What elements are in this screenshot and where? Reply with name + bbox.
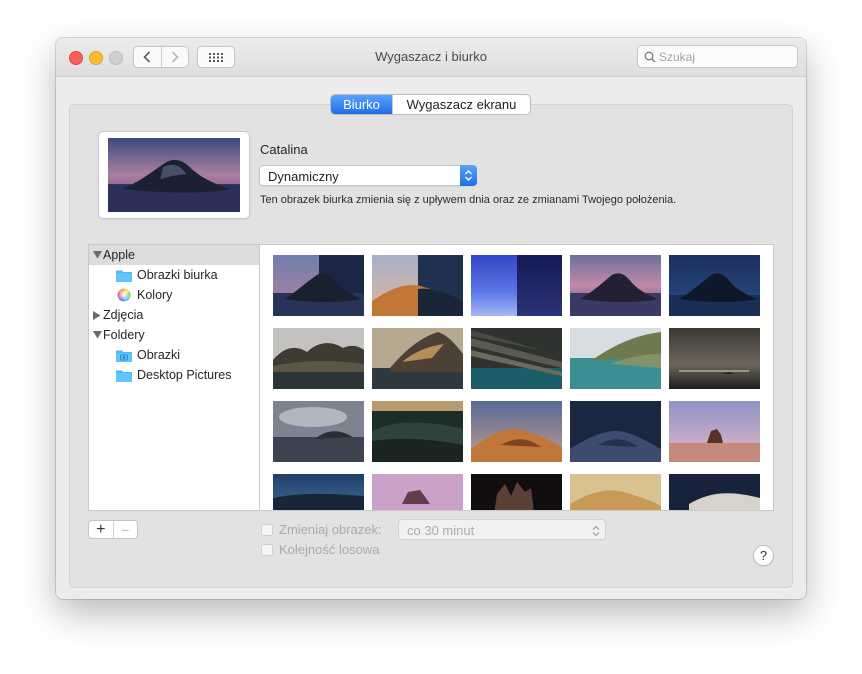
sidebar-item-desktop-pictures-folder[interactable]: Desktop Pictures: [89, 365, 286, 385]
tab-control: Biurko Wygaszacz ekranu: [330, 94, 531, 115]
change-picture-label: Zmieniaj obrazek:: [279, 522, 382, 537]
preferences-window: Wygaszacz i biurko Biurko Wygaszacz ekra…: [56, 38, 806, 599]
add-folder-button[interactable]: +: [89, 521, 113, 538]
wallpaper-description: Ten obrazek biurka zmienia się z upływem…: [260, 194, 677, 206]
wallpaper-thumbnail[interactable]: [471, 474, 562, 510]
sidebar-item-label: Obrazki: [137, 348, 181, 362]
wallpaper-thumbnail[interactable]: [372, 474, 463, 510]
sidebar-group-photos[interactable]: Zdjęcia: [89, 305, 259, 325]
disclosure-right-icon[interactable]: [91, 310, 103, 320]
disclosure-down-icon[interactable]: [91, 251, 103, 259]
wallpaper-thumbnail[interactable]: [570, 401, 661, 462]
tab-screensaver[interactable]: Wygaszacz ekranu: [392, 95, 530, 114]
wallpaper-thumbnail[interactable]: [471, 401, 562, 462]
wallpaper-mode-select[interactable]: Dynamiczny: [259, 165, 477, 186]
sidebar-group-folders[interactable]: Foldery: [89, 325, 259, 345]
search-field[interactable]: [637, 45, 798, 68]
sidebar-item-label: Kolory: [137, 288, 173, 302]
disclosure-down-icon[interactable]: [91, 331, 103, 339]
add-remove-buttons: + −: [88, 520, 138, 539]
wallpaper-thumbnail[interactable]: [669, 255, 760, 316]
wallpaper-thumbnail[interactable]: [669, 328, 760, 389]
wallpaper-thumbnail[interactable]: [570, 328, 661, 389]
sidebar-group-apple[interactable]: Apple: [89, 245, 259, 265]
wallpaper-name: Catalina: [260, 142, 308, 157]
wallpaper-thumbnail[interactable]: [471, 255, 562, 316]
wallpaper-thumbnail[interactable]: [273, 401, 364, 462]
sidebar-group-label: Zdjęcia: [103, 308, 144, 322]
sidebar-item-pictures[interactable]: Obrazki: [89, 345, 286, 365]
plus-label: +: [96, 520, 106, 538]
wallpaper-thumbnail[interactable]: [570, 255, 661, 316]
wallpaper-thumbnail[interactable]: [273, 474, 364, 510]
wallpaper-thumbnail[interactable]: [372, 401, 463, 462]
folder-icon: [116, 369, 132, 382]
wallpaper-thumbnail[interactable]: [372, 255, 463, 316]
sidebar-item-desktop-pictures[interactable]: Obrazki biurka: [89, 265, 286, 285]
minus-label: −: [121, 521, 130, 538]
change-interval-value: co 30 minut: [407, 523, 475, 538]
wallpaper-thumbnail[interactable]: [273, 328, 364, 389]
wallpaper-thumbnail[interactable]: [570, 474, 661, 510]
sidebar-item-colors[interactable]: Kolory: [89, 285, 286, 305]
help-button[interactable]: ?: [753, 545, 774, 566]
wallpaper-thumbnail[interactable]: [471, 328, 562, 389]
search-icon: [644, 51, 656, 62]
help-label: ?: [759, 548, 768, 563]
popup-arrows-icon: [592, 524, 600, 542]
change-picture-checkbox[interactable]: [261, 524, 273, 536]
random-order-checkbox[interactable]: [261, 544, 273, 556]
wallpaper-thumbnail[interactable]: [372, 328, 463, 389]
sidebar-item-label: Obrazki biurka: [137, 268, 218, 282]
wallpaper-grid: [260, 244, 774, 511]
random-order-label: Kolejność losowa: [279, 542, 380, 557]
sidebar-item-label: Desktop Pictures: [137, 368, 232, 382]
source-list: Apple Obrazki biurka Kolory Zdjęcia Fold…: [88, 244, 260, 511]
title-bar: Wygaszacz i biurko: [56, 38, 806, 77]
wallpaper-preview: [99, 132, 249, 218]
wallpaper-thumbnail[interactable]: [669, 401, 760, 462]
popup-arrows-icon: [460, 165, 477, 186]
wallpaper-thumbnail[interactable]: [669, 474, 760, 510]
wallpaper-thumbnail[interactable]: [273, 255, 364, 316]
sidebar-group-label: Apple: [103, 248, 135, 262]
folder-icon: [116, 269, 132, 282]
color-wheel-icon: [116, 288, 132, 302]
search-input[interactable]: [656, 49, 789, 64]
wallpaper-mode-value: Dynamiczny: [268, 169, 339, 184]
change-interval-select[interactable]: co 30 minut: [398, 519, 606, 540]
sidebar-group-label: Foldery: [103, 328, 145, 342]
remove-folder-button[interactable]: −: [112, 521, 138, 538]
wallpaper-preview-image: [108, 138, 240, 212]
pictures-folder-icon: [116, 349, 132, 362]
tab-desktop[interactable]: Biurko: [331, 95, 392, 114]
